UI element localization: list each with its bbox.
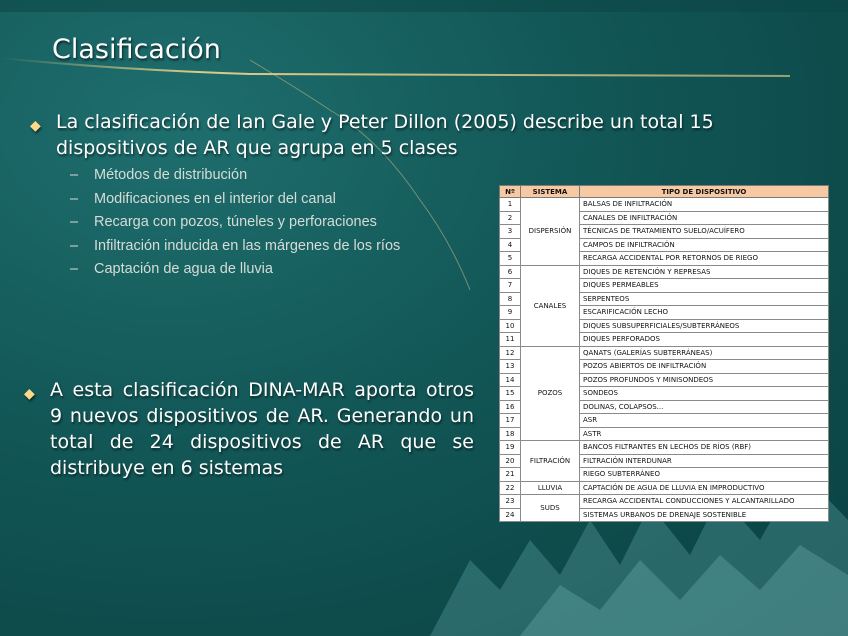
diamond-bullet-icon: ◆ bbox=[24, 386, 35, 402]
device-cell: ASTR bbox=[579, 426, 829, 441]
sub-item: – Infiltración inducida en las márgenes d… bbox=[70, 237, 401, 254]
table-header-row: Nº SISTEMA TIPO DE DISPOSITIVO bbox=[499, 185, 829, 198]
diamond-bullet-icon: ◆ bbox=[30, 118, 41, 134]
device-cell: FILTRACIÓN INTERDUNAR bbox=[579, 453, 829, 468]
row-number: 11 bbox=[499, 332, 521, 347]
row-number: 13 bbox=[499, 359, 521, 374]
row-number: 18 bbox=[499, 426, 521, 441]
row-number: 14 bbox=[499, 372, 521, 387]
device-cell: CANALES DE INFILTRACIÓN bbox=[579, 210, 829, 225]
device-cell: DIQUES DE RETENCIÓN Y REPRESAS bbox=[579, 264, 829, 279]
device-cell: RECARGA ACCIDENTAL POR RETORNOS DE RIEGO bbox=[579, 251, 829, 266]
device-cell: SERPENTEOS bbox=[579, 291, 829, 306]
bullet-dina-mar: ◆ A esta clasificación DINA-MAR aporta o… bbox=[24, 377, 474, 481]
table-row: 19 FILTRACIÓN BANCOS FILTRANTES EN LECHOS … bbox=[499, 440, 829, 482]
bullet-text: A esta clasificación DINA-MAR aporta otr… bbox=[50, 379, 474, 479]
device-cell: TÉCNICAS DE TRATAMIENTO SUELO/ACUÍFERO bbox=[579, 224, 829, 239]
row-number: 16 bbox=[499, 399, 521, 414]
table-body: 1 DISPERSIÓN BALSAS DE INFILTRACIÓN 2 CANALE… bbox=[499, 197, 829, 522]
sub-item: – Modificaciones en el interior del canal bbox=[70, 190, 336, 207]
row-number: 8 bbox=[499, 291, 521, 306]
row-number: 17 bbox=[499, 413, 521, 428]
table-row: 23 SUDS RECARGA ACCIDENTAL CONDUCCIONES Y … bbox=[499, 494, 829, 522]
row-number: 20 bbox=[499, 453, 521, 468]
row-number: 2 bbox=[499, 210, 521, 225]
row-number: 6 bbox=[499, 264, 521, 279]
device-cell: POZOS ABIERTOS DE INFILTRACIÓN bbox=[579, 359, 829, 374]
row-number: 21 bbox=[499, 467, 521, 482]
row-number: 23 bbox=[499, 494, 521, 509]
device-table: Nº SISTEMA TIPO DE DISPOSITIVO 1 DISPERSI… bbox=[499, 185, 829, 522]
row-number: 22 bbox=[499, 480, 521, 495]
system-cell: DISPERSIÓN bbox=[520, 197, 580, 266]
sub-item: – Recarga con pozos, túneles y perforacio… bbox=[70, 214, 377, 230]
bullet-text: La clasificación de Ian Gale y Peter Dil… bbox=[56, 111, 714, 159]
device-cell: SONDEOS bbox=[579, 386, 829, 401]
row-number: 4 bbox=[499, 237, 521, 252]
row-number: 1 bbox=[499, 197, 521, 212]
device-cell: CAPTACIÓN DE AGUA DE LLUVIA EN IMPRODUCT… bbox=[579, 480, 829, 495]
row-number: 10 bbox=[499, 318, 521, 333]
row-number: 24 bbox=[499, 507, 521, 522]
table-row: 6 CANALES DIQUES DE RETENCIÓN Y REPRESAS bbox=[499, 264, 829, 347]
system-cell: POZOS bbox=[520, 345, 580, 441]
device-cell: DIQUES SUBSUPERFICIALES/SUBTERRÁNEOS bbox=[579, 318, 829, 333]
device-cell: RIEGO SUBTERRÁNEO bbox=[579, 467, 829, 482]
header-num: Nº bbox=[499, 185, 521, 198]
device-cell: ASR bbox=[579, 413, 829, 428]
system-cell: SUDS bbox=[520, 494, 580, 522]
device-cell: POZOS PROFUNDOS Y MINISONDEOS bbox=[579, 372, 829, 387]
row-number: 7 bbox=[499, 278, 521, 293]
system-cell: LLUVIA bbox=[520, 480, 580, 495]
row-number: 19 bbox=[499, 440, 521, 455]
row-number: 12 bbox=[499, 345, 521, 360]
device-cell: BALSAS DE INFILTRACIÓN bbox=[579, 197, 829, 212]
system-cell: FILTRACIÓN bbox=[520, 440, 580, 482]
system-cell: CANALES bbox=[520, 264, 580, 347]
device-cell: SISTEMAS URBANOS DE DRENAJE SOSTENIBLE bbox=[579, 507, 829, 522]
sub-item: – Captación de agua de lluvia bbox=[70, 261, 273, 277]
row-number: 3 bbox=[499, 224, 521, 239]
device-cell: QANATS (GALERÍAS SUBTERRÁNEAS) bbox=[579, 345, 829, 360]
table-row: 1 DISPERSIÓN BALSAS DE INFILTRACIÓN bbox=[499, 197, 829, 266]
header-device-type: TIPO DE DISPOSITIVO bbox=[579, 185, 829, 198]
row-number: 9 bbox=[499, 305, 521, 320]
device-cell: ESCARIFICACIÓN LECHO bbox=[579, 305, 829, 320]
bullet-gale-dillon: ◆ La clasificación de Ian Gale y Peter D… bbox=[30, 109, 816, 161]
table-row: 12 POZOS QANATS (GALERÍAS SUBTERRÁNEAS) bbox=[499, 345, 829, 441]
table-row: 22 LLUVIA CAPTACIÓN DE AGUA DE LLUVIA EN I… bbox=[499, 480, 829, 495]
sub-item: – Métodos de distribución bbox=[70, 167, 248, 183]
device-cell: DOLINAS, COLAPSOS... bbox=[579, 399, 829, 414]
row-number: 5 bbox=[499, 251, 521, 266]
device-cell: BANCOS FILTRANTES EN LECHOS DE RÍOS (RBF… bbox=[579, 440, 829, 455]
slide-title: Clasificación bbox=[52, 34, 221, 65]
device-cell: CAMPOS DE INFILTRACIÓN bbox=[579, 237, 829, 252]
device-cell: RECARGA ACCIDENTAL CONDUCCIONES Y ALCANT… bbox=[579, 494, 829, 509]
device-cell: DIQUES PERFORADOS bbox=[579, 332, 829, 347]
row-number: 15 bbox=[499, 386, 521, 401]
header-system: SISTEMA bbox=[520, 185, 580, 198]
device-cell: DIQUES PERMEABLES bbox=[579, 278, 829, 293]
sub-list: – Métodos de distribución – Modificaciones… bbox=[70, 164, 400, 282]
